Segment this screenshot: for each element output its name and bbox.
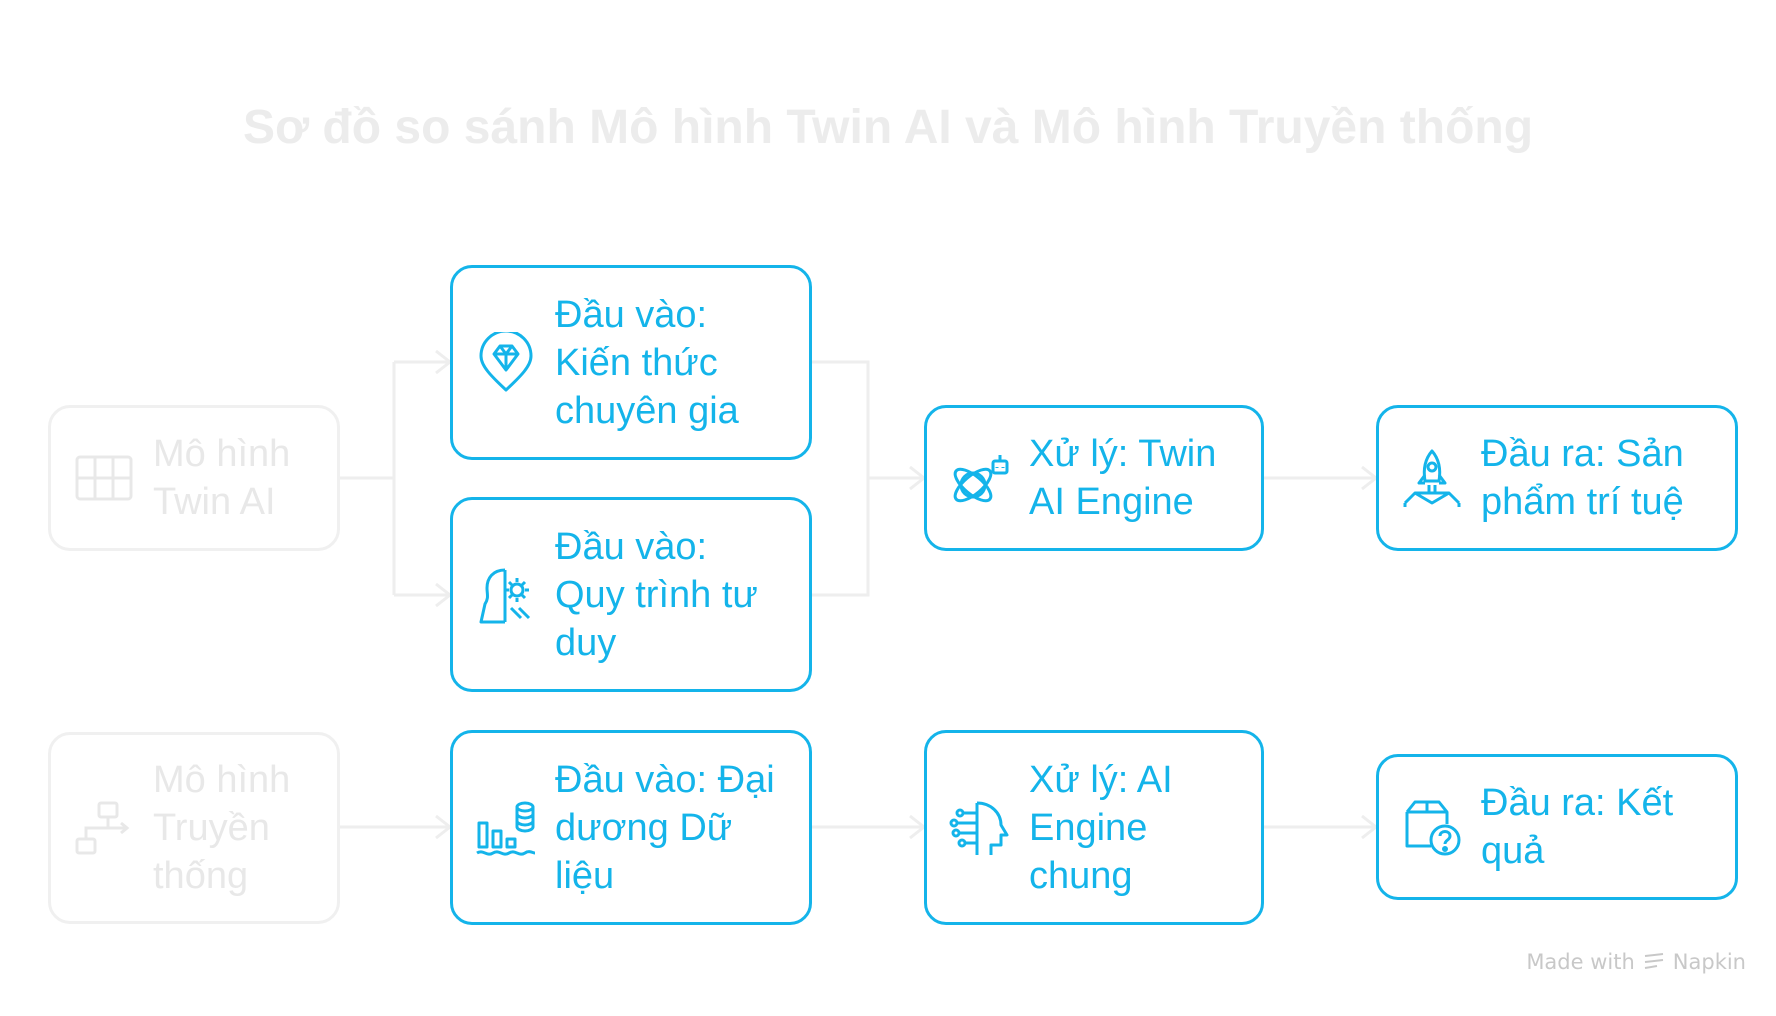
connector-inputs-to-process	[812, 360, 922, 597]
arrowhead	[435, 349, 453, 608]
process-twin-label: Xử lý: Twin AI Engine	[1029, 433, 1217, 523]
robot-orbit-icon	[953, 455, 1009, 503]
diamond-pin-icon	[479, 331, 533, 391]
traditional-model-label: Mô hình Truyền thống	[153, 759, 291, 897]
process-generic-node: Xử lý: AI Engine chung	[924, 730, 1264, 925]
input-knowledge-label: Đầu vào: Kiến thức chuyên gia	[555, 293, 739, 432]
output-ip-node: Đầu ra: Sản phẩm trí tuệ	[1376, 405, 1738, 551]
output-result-label: Đầu ra: Kết quả	[1481, 782, 1674, 872]
circuit-head-icon	[949, 801, 1009, 855]
connector-twin-to-inputs	[340, 360, 448, 597]
data-ocean-icon	[476, 801, 536, 856]
twin-ai-model-node: Mô hình Twin AI	[48, 405, 340, 551]
head-gear-icon	[479, 568, 531, 623]
process-generic-label: Xử lý: AI Engine chung	[1029, 758, 1173, 897]
traditional-model-node: Mô hình Truyền thống	[48, 732, 340, 924]
input-knowledge-node: Đầu vào: Kiến thức chuyên gia	[450, 265, 812, 460]
input-data-ocean-node: Đầu vào: Đại dương Dữ liệu	[450, 730, 812, 925]
input-thinking-node: Đầu vào: Quy trình tư duy	[450, 497, 812, 692]
made-with-text: Made with	[1526, 950, 1635, 974]
twin-ai-model-label: Mô hình Twin AI	[153, 433, 291, 523]
output-ip-label: Đầu ra: Sản phẩm trí tuệ	[1481, 433, 1684, 523]
flowchart-icon	[75, 801, 130, 855]
footer: Made with Napkin	[1526, 950, 1746, 974]
rocket-icon	[1403, 449, 1461, 507]
output-result-node: Đầu ra: Kết quả	[1376, 754, 1738, 900]
process-twin-node: Xử lý: Twin AI Engine	[924, 405, 1264, 551]
napkin-logo-icon	[1644, 953, 1663, 969]
grid-icon	[75, 455, 133, 501]
napkin-brand: Napkin	[1672, 950, 1746, 974]
input-data-ocean-label: Đầu vào: Đại dương Dữ liệu	[555, 758, 775, 897]
box-question-icon	[1405, 800, 1461, 856]
input-thinking-label: Đầu vào: Quy trình tư duy	[555, 525, 758, 664]
